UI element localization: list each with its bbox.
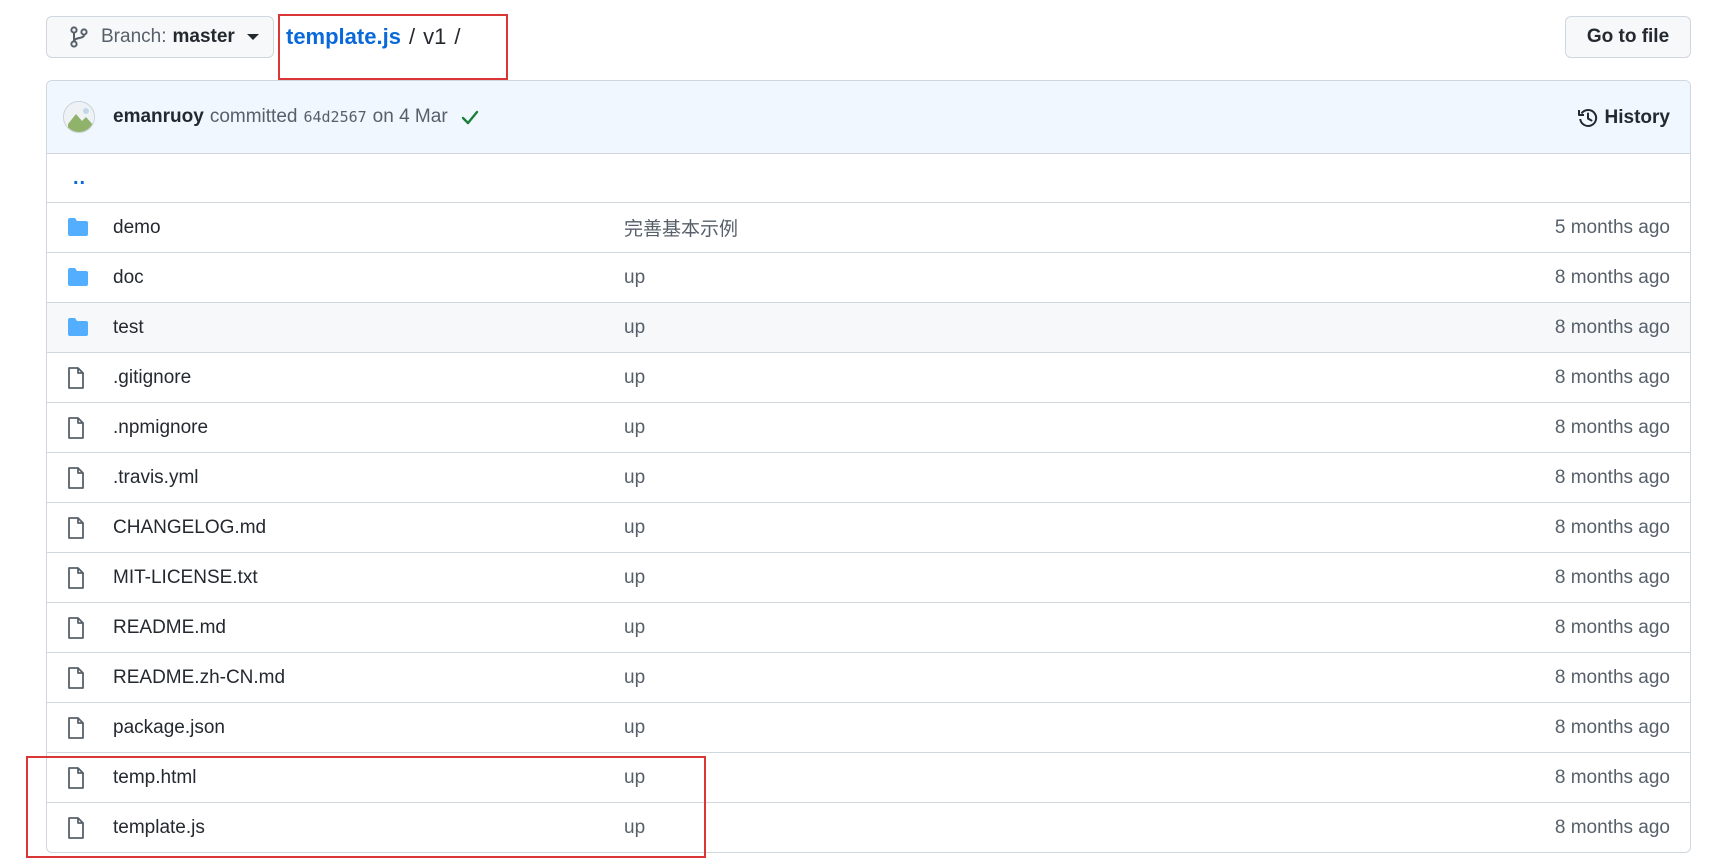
avatar[interactable] <box>63 101 95 133</box>
file-name-link[interactable]: README.zh-CN.md <box>113 667 285 689</box>
file-name-link[interactable]: demo <box>113 217 161 239</box>
commit-age: 8 months ago <box>1554 466 1670 488</box>
commit-date: on 4 Mar <box>372 106 448 127</box>
commit-message-link[interactable]: up <box>624 467 645 489</box>
commit-message-link[interactable]: up <box>624 367 645 389</box>
file-row[interactable]: .travis.yml up 8 months ago <box>47 453 1690 503</box>
history-icon <box>1577 107 1599 129</box>
file-name-link[interactable]: README.md <box>113 617 226 639</box>
file-row[interactable]: .npmignore up 8 months ago <box>47 403 1690 453</box>
commit-message-link[interactable]: up <box>624 667 645 689</box>
file-row[interactable]: MIT-LICENSE.txt up 8 months ago <box>47 553 1690 603</box>
history-link[interactable]: History <box>1577 81 1670 154</box>
file-row[interactable]: test up 8 months ago <box>47 303 1690 353</box>
file-row[interactable]: package.json up 8 months ago <box>47 703 1690 753</box>
file-row[interactable]: doc up 8 months ago <box>47 253 1690 303</box>
commit-message-link[interactable]: 完善基本示例 <box>624 214 738 241</box>
file-icon <box>67 517 89 539</box>
file-row[interactable]: .gitignore up 8 months ago <box>47 353 1690 403</box>
commit-message-link[interactable]: up <box>624 317 645 339</box>
commit-verb: committed <box>209 106 298 127</box>
branch-label: Branch: <box>101 26 167 47</box>
commit-age: 8 months ago <box>1554 817 1670 838</box>
file-icon <box>67 617 89 639</box>
file-name-link[interactable]: package.json <box>113 717 225 739</box>
file-icon <box>67 367 89 389</box>
commit-age: 8 months ago <box>1554 716 1670 738</box>
commit-age: 8 months ago <box>1554 366 1670 388</box>
file-list: emanruoy committed 64d2567 on 4 Mar Hist… <box>46 80 1691 853</box>
commit-author-link[interactable]: emanruoy <box>113 106 204 128</box>
commit-message-link[interactable]: up <box>624 517 645 539</box>
caret-down-icon <box>246 34 259 40</box>
commit-age: 5 months ago <box>1554 216 1670 238</box>
file-row[interactable]: CHANGELOG.md up 8 months ago <box>47 503 1690 553</box>
commit-age: 8 months ago <box>1554 666 1670 688</box>
commit-message-link[interactable]: up <box>624 417 645 439</box>
commit-message-link[interactable]: up <box>624 267 645 289</box>
commit-message-link[interactable]: up <box>624 617 645 639</box>
file-name-link[interactable]: test <box>113 317 144 339</box>
commit-summary: emanruoy committed 64d2567 on 4 Mar <box>113 106 480 128</box>
folder-icon <box>67 267 89 289</box>
parent-directory-link[interactable]: .. <box>47 154 1690 203</box>
file-icon <box>67 567 89 589</box>
check-icon[interactable] <box>460 107 480 127</box>
commit-message-link[interactable]: up <box>624 717 645 739</box>
file-name-link[interactable]: doc <box>113 267 144 289</box>
annotation-box-breadcrumb <box>278 14 508 80</box>
commit-age: 8 months ago <box>1554 766 1670 788</box>
folder-icon <box>67 317 89 339</box>
file-name-link[interactable]: .npmignore <box>113 417 208 439</box>
latest-commit-bar: emanruoy committed 64d2567 on 4 Mar Hist… <box>47 81 1690 154</box>
git-branch-icon <box>69 26 89 48</box>
go-to-file-button[interactable]: Go to file <box>1565 16 1691 58</box>
commit-age: 8 months ago <box>1554 566 1670 588</box>
history-label: History <box>1604 106 1670 128</box>
file-row[interactable]: README.zh-CN.md up 8 months ago <box>47 653 1690 703</box>
commit-age: 8 months ago <box>1554 616 1670 638</box>
file-icon <box>67 417 89 439</box>
annotation-box-files <box>26 756 706 858</box>
commit-age: 8 months ago <box>1554 316 1670 338</box>
file-icon <box>67 717 89 739</box>
file-name-link[interactable]: CHANGELOG.md <box>113 517 266 539</box>
branch-select-button[interactable]: Branch: master <box>46 16 274 58</box>
commit-age: 8 months ago <box>1554 516 1670 538</box>
commit-age: 8 months ago <box>1554 416 1670 438</box>
commit-age: 8 months ago <box>1554 266 1670 288</box>
branch-name: master <box>172 26 235 47</box>
file-name-link[interactable]: .travis.yml <box>113 467 199 489</box>
folder-icon <box>67 217 89 239</box>
commit-message-link[interactable]: up <box>624 567 645 589</box>
file-name-link[interactable]: MIT-LICENSE.txt <box>113 567 258 589</box>
file-name-link[interactable]: .gitignore <box>113 367 191 389</box>
file-row[interactable]: demo 完善基本示例 5 months ago <box>47 203 1690 253</box>
file-row[interactable]: README.md up 8 months ago <box>47 603 1690 653</box>
file-icon <box>67 667 89 689</box>
commit-sha-link[interactable]: 64d2567 <box>303 108 366 126</box>
file-icon <box>67 467 89 489</box>
